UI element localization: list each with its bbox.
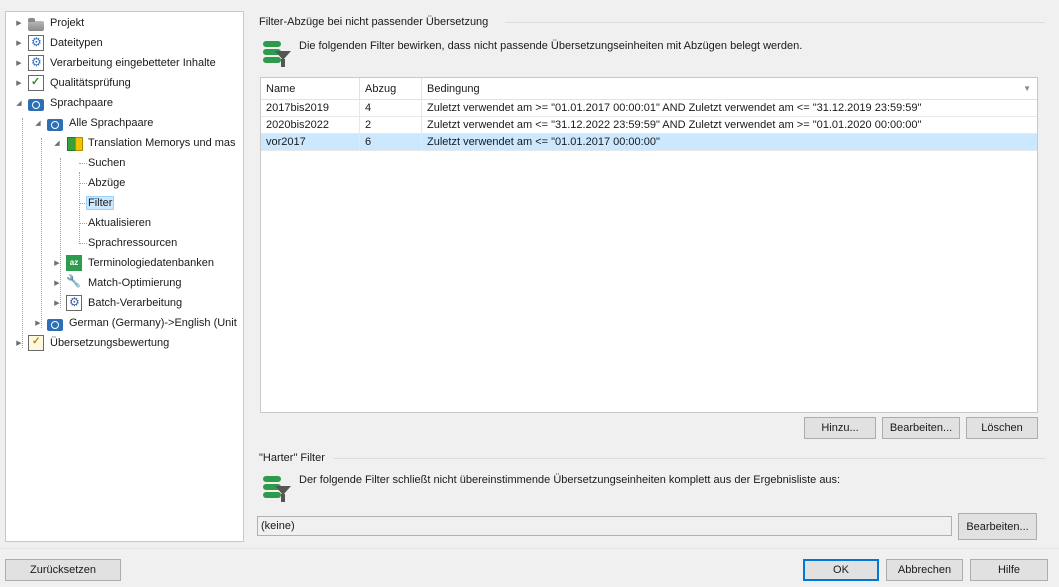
tree-item-dateitypen[interactable]: ▶ Dateitypen	[14, 33, 105, 53]
tree-item-abzuege[interactable]: Abzüge	[86, 173, 127, 193]
tree-item-label: Translation Memorys und mas	[88, 137, 236, 149]
cell-penalty: 4	[360, 100, 422, 116]
expand-arrow-icon[interactable]: ▶	[14, 73, 24, 93]
table-row[interactable]: 2020bis2022 2 Zuletzt verwendet am <= "3…	[261, 117, 1037, 134]
tree-item-qa[interactable]: ▶ Qualitätsprüfung	[14, 73, 133, 93]
filter-icon	[263, 476, 291, 504]
language-pair-icon	[28, 99, 44, 111]
expand-arrow-icon[interactable]: ▶	[14, 333, 24, 353]
tree-item-label: Qualitätsprüfung	[50, 77, 131, 89]
hard-filter-edit-button[interactable]: Bearbeiten...	[958, 513, 1037, 540]
tree-item-label: Terminologiedatenbanken	[88, 257, 214, 269]
tree-item-label: Suchen	[88, 157, 126, 169]
filter-penalties-table[interactable]: Name Abzug Bedingung ▼ 2017bis2019 4 Zul…	[260, 77, 1038, 413]
expand-arrow-icon[interactable]: ▶	[33, 313, 43, 333]
batch-icon	[66, 295, 82, 311]
gear-icon	[28, 35, 44, 51]
group-divider	[334, 458, 1045, 459]
tree-item-label: Filter	[86, 196, 115, 210]
tree-item-embedded-content[interactable]: ▶ Verarbeitung eingebetteter Inhalte	[14, 53, 218, 73]
tree-item-termbases[interactable]: ▶ az Terminologiedatenbanken	[52, 253, 216, 273]
tree-item-label: German (Germany)->English (Unit	[69, 317, 237, 329]
column-header-name[interactable]: Name	[261, 78, 360, 100]
filter-icon	[263, 41, 291, 69]
hard-filter-title: "Harter" Filter	[259, 452, 325, 464]
tree-item-label: Sprachpaare	[50, 97, 113, 109]
tree-item-aktualisieren[interactable]: Aktualisieren	[86, 213, 153, 233]
tree-guide-line	[41, 138, 42, 328]
tree-item-suchen[interactable]: Suchen	[86, 153, 127, 173]
language-pair-icon	[47, 319, 63, 331]
cell-penalty: 2	[360, 117, 422, 133]
tree-item-label: Aktualisieren	[88, 217, 151, 229]
tree-item-sprachpaare[interactable]: ◢ Sprachpaare	[14, 93, 115, 113]
tree-item-translation-memories[interactable]: ◢ Translation Memorys und mas	[52, 133, 238, 153]
expand-arrow-icon[interactable]: ▶	[52, 293, 62, 313]
filter-penalties-description: Die folgenden Filter bewirken, dass nich…	[299, 40, 803, 52]
cell-name: vor2017	[261, 134, 360, 150]
tree-item-label: Dateitypen	[50, 37, 103, 49]
tree-item-projekt[interactable]: ▶ Projekt	[14, 13, 86, 33]
collapse-arrow-icon[interactable]: ◢	[33, 113, 43, 133]
table-row[interactable]: vor2017 6 Zuletzt verwendet am <= "01.01…	[261, 134, 1037, 151]
tree-item-batch-processing[interactable]: ▶ Batch-Verarbeitung	[52, 293, 184, 313]
tree-guide-line	[22, 118, 23, 348]
expand-arrow-icon[interactable]: ▶	[14, 53, 24, 73]
settings-tree[interactable]: ▶ Projekt ▶ Dateitypen ▶ Verarbeitung ei…	[5, 11, 244, 542]
chevron-down-icon[interactable]: ▼	[1023, 78, 1031, 100]
filter-penalties-title: Filter-Abzüge bei nicht passender Überse…	[259, 16, 489, 28]
collapse-arrow-icon[interactable]: ◢	[52, 133, 62, 153]
column-header-condition[interactable]: Bedingung ▼	[422, 78, 1037, 100]
column-header-condition-label: Bedingung	[427, 83, 480, 95]
termbase-icon: az	[66, 255, 82, 271]
tree-item-filter[interactable]: Filter	[86, 193, 115, 213]
help-button[interactable]: Hilfe	[970, 559, 1048, 581]
language-pair-icon	[47, 119, 63, 131]
ok-button[interactable]: OK	[803, 559, 879, 581]
tree-item-language-pair-de-en[interactable]: ▶ German (Germany)->English (Unit	[33, 313, 239, 333]
tree-item-match-optimization[interactable]: ▶ Match-Optimierung	[52, 273, 184, 293]
cancel-button[interactable]: Abbrechen	[886, 559, 963, 581]
delete-button[interactable]: Löschen	[966, 417, 1038, 439]
expand-arrow-icon[interactable]: ▶	[14, 33, 24, 53]
cell-penalty: 6	[360, 134, 422, 150]
tree-item-label: Abzüge	[88, 177, 126, 189]
hard-filter-field: (keine)	[257, 516, 952, 536]
tree-item-label: Sprachressourcen	[88, 237, 178, 249]
evaluation-icon	[28, 335, 44, 351]
tree-item-label: Übersetzungsbewertung	[50, 337, 170, 349]
cell-condition: Zuletzt verwendet am <= "01.01.2017 00:0…	[427, 136, 660, 148]
cell-name: 2017bis2019	[261, 100, 360, 116]
expand-arrow-icon[interactable]: ▶	[52, 273, 62, 293]
reset-button[interactable]: Zurücksetzen	[5, 559, 121, 581]
hard-filter-description: Der folgende Filter schließt nicht übere…	[299, 474, 841, 486]
collapse-arrow-icon[interactable]: ◢	[14, 93, 24, 113]
column-header-penalty[interactable]: Abzug	[360, 78, 422, 100]
edit-button[interactable]: Bearbeiten...	[882, 417, 960, 439]
checklist-icon	[28, 75, 44, 91]
table-header: Name Abzug Bedingung ▼	[261, 78, 1037, 100]
tree-item-translation-evaluation[interactable]: ▶ Übersetzungsbewertung	[14, 333, 171, 353]
cell-name: 2020bis2022	[261, 117, 360, 133]
tree-item-all-language-pairs[interactable]: ◢ Alle Sprachpaare	[33, 113, 155, 133]
cell-condition: Zuletzt verwendet am <= "31.12.2022 23:5…	[427, 119, 922, 131]
tree-item-label: Alle Sprachpaare	[69, 117, 154, 129]
folder-icon	[28, 18, 44, 31]
gear-icon	[28, 55, 44, 71]
expand-arrow-icon[interactable]: ▶	[14, 13, 24, 33]
tree-item-label: Verarbeitung eingebetteter Inhalte	[50, 57, 216, 69]
tree-item-sprachressourcen[interactable]: Sprachressourcen	[86, 233, 179, 253]
add-button[interactable]: Hinzu...	[804, 417, 876, 439]
cell-condition: Zuletzt verwendet am >= "01.01.2017 00:0…	[427, 102, 922, 114]
tree-item-label: Match-Optimierung	[88, 277, 182, 289]
footer-divider	[0, 548, 1059, 549]
group-divider	[505, 22, 1045, 23]
tree-item-label: Projekt	[50, 17, 85, 29]
table-row[interactable]: 2017bis2019 4 Zuletzt verwendet am >= "0…	[261, 100, 1037, 117]
translation-memory-icon	[66, 135, 83, 151]
expand-arrow-icon[interactable]: ▶	[52, 253, 62, 273]
tree-item-label: Batch-Verarbeitung	[88, 297, 183, 309]
wrench-icon	[66, 274, 82, 291]
